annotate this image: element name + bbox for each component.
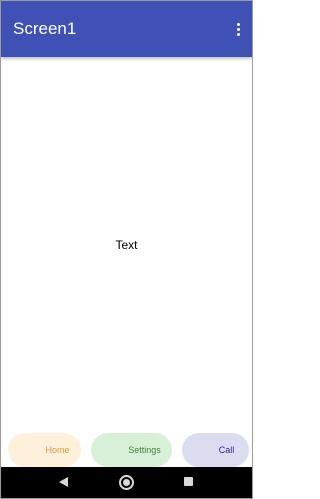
app-bar: Screen1 bbox=[1, 1, 252, 57]
home-button[interactable]: Home bbox=[8, 433, 81, 467]
settings-button-label: Settings bbox=[128, 445, 161, 455]
main-content: Text bbox=[1, 57, 252, 431]
recents-square-icon[interactable] bbox=[184, 477, 193, 486]
menu-dot bbox=[236, 32, 240, 36]
text-label: Text bbox=[115, 238, 138, 252]
menu-dot bbox=[236, 22, 240, 26]
menu-dot bbox=[236, 27, 240, 31]
call-button[interactable]: Call bbox=[182, 433, 249, 467]
more-vert-icon[interactable] bbox=[230, 19, 246, 39]
app-title: Screen1 bbox=[13, 19, 77, 38]
back-triangle-icon[interactable] bbox=[59, 477, 68, 487]
call-button-label: Call bbox=[218, 445, 235, 455]
system-navigation-bar bbox=[1, 467, 252, 498]
home-circle-icon[interactable] bbox=[119, 475, 134, 490]
home-button-label: Home bbox=[45, 445, 70, 455]
phone-screen: Screen1 Text Home Settings Call bbox=[0, 0, 253, 499]
settings-button[interactable]: Settings bbox=[91, 433, 172, 467]
